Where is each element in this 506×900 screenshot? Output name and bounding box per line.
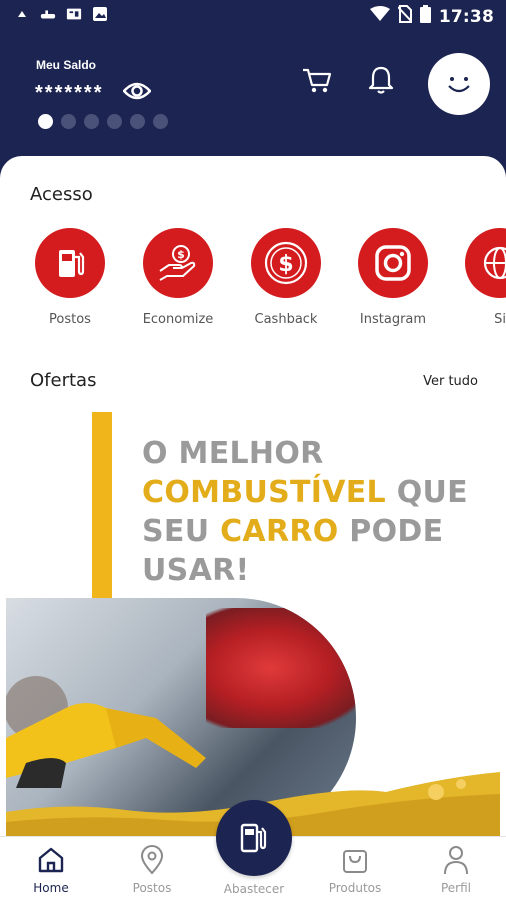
- fuel-pump-icon: [35, 228, 105, 298]
- person-icon: [416, 845, 496, 875]
- nav-label: Postos: [132, 881, 172, 895]
- notifications-button[interactable]: [366, 64, 396, 96]
- cart-button[interactable]: [300, 66, 334, 96]
- fuel-pump-icon: [240, 823, 267, 853]
- nav-label: Produtos: [328, 881, 382, 895]
- shortcut-site[interactable]: Si: [450, 228, 506, 327]
- ofertas-title: Ofertas: [30, 370, 97, 391]
- translate-icon: [66, 6, 82, 22]
- cart-icon: [303, 68, 332, 93]
- balance-value: *******: [35, 82, 104, 104]
- hand-coin-icon: $: [143, 228, 213, 298]
- balance-label: Meu Saldo: [36, 58, 97, 72]
- dollar-coin-icon: $: [251, 228, 321, 298]
- nav-produtos[interactable]: Produtos: [315, 845, 395, 895]
- shortcut-label: Postos: [49, 312, 91, 327]
- status-bar: 17:38: [0, 0, 506, 30]
- home-icon: [11, 845, 91, 875]
- carousel-dot[interactable]: [61, 114, 76, 129]
- see-all-link[interactable]: Ver tudo: [423, 374, 478, 389]
- nav-label: Perfil: [440, 881, 472, 895]
- svg-text:$: $: [177, 248, 185, 261]
- carousel-dot[interactable]: [84, 114, 99, 129]
- instagram-icon: [358, 228, 428, 298]
- map-pin-icon: [112, 845, 192, 875]
- shortcut-cashback[interactable]: $ Cashback: [236, 228, 336, 327]
- status-time: 17:38: [438, 6, 494, 27]
- header: Meu Saldo *******: [0, 30, 506, 160]
- banner-accent-bar: [92, 412, 112, 602]
- avatar[interactable]: [428, 53, 490, 115]
- carousel-dot[interactable]: [38, 114, 53, 129]
- nav-home[interactable]: Home: [11, 845, 91, 895]
- nav-label: Home: [33, 881, 69, 895]
- steam-icon: [40, 6, 56, 22]
- wifi-icon: [369, 6, 390, 27]
- nav-label: Abastecer: [223, 882, 285, 896]
- banner-headline: O MELHOR COMBUSTÍVEL QUE SEU CARRO PODE …: [142, 434, 500, 590]
- main-content: Acesso Postos $ Economize $ Cashback Ins…: [0, 156, 506, 840]
- status-left-icons: [14, 6, 108, 22]
- shortcut-label: Economize: [142, 312, 214, 327]
- banner-line-1: O MELHOR: [142, 436, 324, 471]
- abastecer-button[interactable]: [216, 800, 292, 876]
- banner-line-4: USAR!: [142, 553, 250, 588]
- smiley-icon: [448, 77, 470, 93]
- nav-postos[interactable]: Postos: [112, 845, 192, 895]
- eye-icon: [123, 82, 151, 100]
- globe-icon: [465, 228, 506, 298]
- banner-line-2: COMBUSTÍVEL QUE: [142, 475, 468, 510]
- car-taillight: [206, 608, 356, 728]
- acesso-shortcuts: Postos $ Economize $ Cashback Instagram …: [0, 228, 506, 338]
- carousel-indicator: [38, 114, 168, 129]
- shortcut-postos[interactable]: Postos: [20, 228, 120, 327]
- shortcut-label: Cashback: [254, 312, 318, 327]
- svg-text:$: $: [278, 252, 293, 277]
- fuel-nozzle-illustration: [6, 676, 206, 788]
- carousel-dot[interactable]: [153, 114, 168, 129]
- shortcut-label: Si: [494, 312, 506, 327]
- cloud-sync-icon: [14, 6, 30, 22]
- battery-icon: [419, 5, 431, 28]
- shortcut-label: Instagram: [359, 312, 427, 327]
- offer-banner[interactable]: O MELHOR COMBUSTÍVEL QUE SEU CARRO PODE …: [6, 412, 500, 840]
- image-icon: [92, 6, 108, 22]
- shortcut-economize[interactable]: $ Economize: [128, 228, 228, 327]
- nav-perfil[interactable]: Perfil: [416, 845, 496, 895]
- carousel-dot[interactable]: [130, 114, 145, 129]
- banner-line-3: SEU CARRO PODE: [142, 514, 444, 549]
- bell-icon: [368, 66, 394, 94]
- status-right-icons: 17:38: [369, 5, 494, 28]
- shortcut-instagram[interactable]: Instagram: [343, 228, 443, 327]
- no-sim-icon: [397, 5, 413, 28]
- toggle-balance-visibility-button[interactable]: [122, 78, 152, 104]
- shopping-bag-icon: [315, 845, 395, 875]
- carousel-dot[interactable]: [107, 114, 122, 129]
- acesso-title: Acesso: [30, 184, 93, 205]
